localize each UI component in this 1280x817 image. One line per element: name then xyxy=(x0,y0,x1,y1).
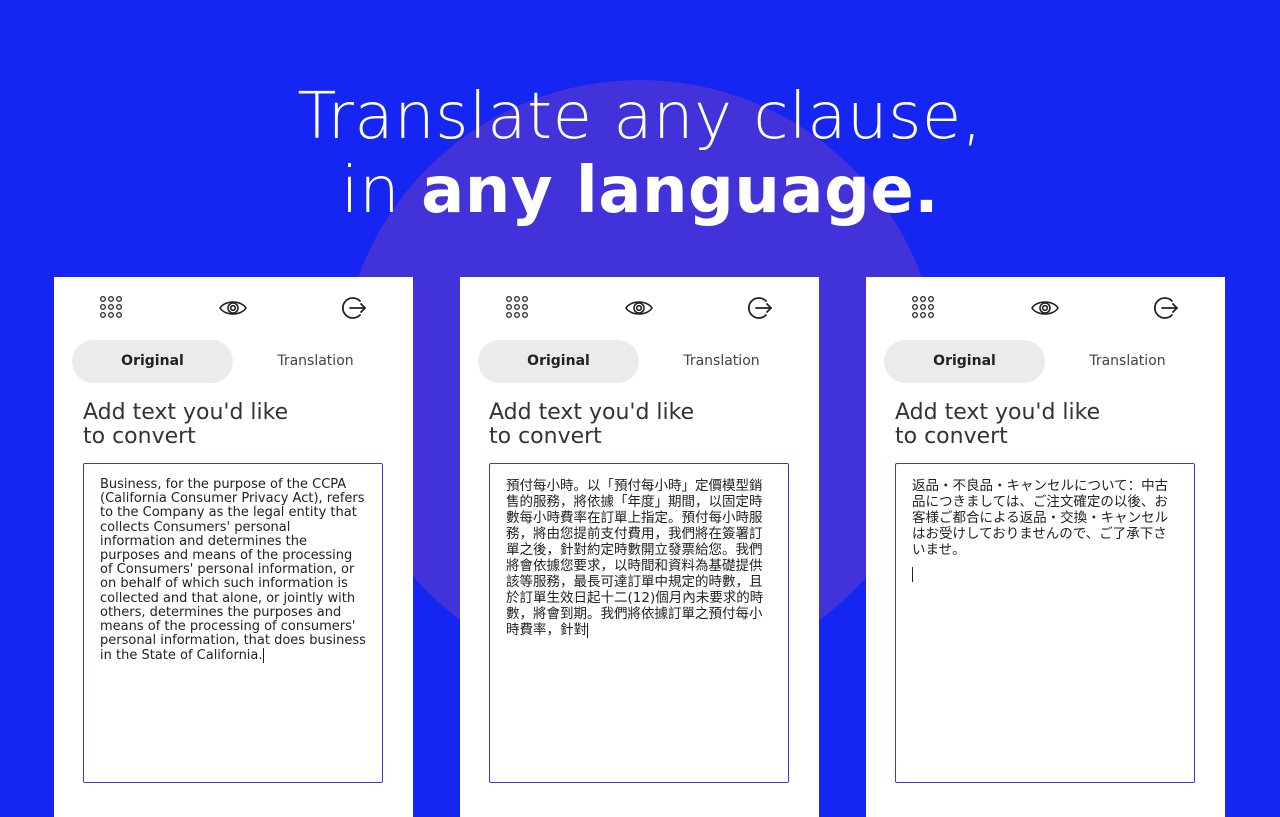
translator-panel-english: Original Translation Add text you'd like… xyxy=(54,277,413,817)
source-text-input[interactable]: 返品・不良品・キャンセルについて：中古品につきましては、ご注文確定の以後、お客様… xyxy=(895,463,1195,783)
tab-original[interactable]: Original xyxy=(72,340,233,383)
panel-toolbar xyxy=(866,277,1225,335)
tab-bar: Original Translation xyxy=(884,340,1208,383)
eye-icon[interactable] xyxy=(218,293,248,323)
grid-icon[interactable] xyxy=(908,293,938,323)
tab-original[interactable]: Original xyxy=(884,340,1045,383)
source-text: 返品・不良品・キャンセルについて：中古品につきましては、ご注文確定の以後、お客様… xyxy=(912,478,1169,558)
headline: Translate any clause, in any language. xyxy=(0,80,1280,228)
tab-translation[interactable]: Translation xyxy=(235,340,396,383)
input-prompt: Add text you'd like to convert xyxy=(489,401,789,449)
exit-icon[interactable] xyxy=(744,293,774,323)
source-text-input[interactable]: 預付每小時。以「預付每小時」定價模型銷售的服務，將依據「年度」期間，以固定時數每… xyxy=(489,463,789,783)
input-prompt: Add text you'd like to convert xyxy=(895,401,1195,449)
text-cursor xyxy=(912,567,913,582)
exit-icon[interactable] xyxy=(1150,293,1180,323)
prompt-line-1: Add text you'd like xyxy=(489,400,695,425)
eye-icon[interactable] xyxy=(1030,293,1060,323)
tab-bar: Original Translation xyxy=(72,340,396,383)
prompt-line-2: to convert xyxy=(489,424,602,449)
prompt-line-1: Add text you'd like xyxy=(83,400,289,425)
text-cursor xyxy=(262,648,264,664)
tab-translation[interactable]: Translation xyxy=(641,340,802,383)
headline-line-2: in any language. xyxy=(0,154,1280,228)
grid-icon[interactable] xyxy=(96,293,126,323)
translator-panel-chinese: Original Translation Add text you'd like… xyxy=(460,277,819,817)
text-cursor-line xyxy=(912,566,1178,582)
prompt-line-2: to convert xyxy=(895,424,1008,449)
prompt-line-1: Add text you'd like xyxy=(895,400,1101,425)
input-prompt: Add text you'd like to convert xyxy=(83,401,383,449)
panel-toolbar xyxy=(460,277,819,335)
source-text-input[interactable]: Business, for the purpose of the CCPA (C… xyxy=(83,463,383,783)
exit-icon[interactable] xyxy=(338,293,368,323)
prompt-line-2: to convert xyxy=(83,424,196,449)
headline-line-2-prefix: in xyxy=(340,154,422,228)
source-text: 預付每小時。以「預付每小時」定價模型銷售的服務，將依據「年度」期間，以固定時數每… xyxy=(506,478,764,638)
headline-line-1: Translate any clause, xyxy=(297,80,983,154)
eye-icon[interactable] xyxy=(624,293,654,323)
tab-translation[interactable]: Translation xyxy=(1047,340,1208,383)
text-cursor xyxy=(587,623,588,638)
panel-toolbar xyxy=(54,277,413,335)
grid-icon[interactable] xyxy=(502,293,532,323)
tab-original[interactable]: Original xyxy=(478,340,639,383)
source-text: Business, for the purpose of the CCPA (C… xyxy=(100,477,371,664)
headline-line-2-bold: any language. xyxy=(421,154,940,228)
translator-panel-japanese: Original Translation Add text you'd like… xyxy=(866,277,1225,817)
tab-bar: Original Translation xyxy=(478,340,802,383)
